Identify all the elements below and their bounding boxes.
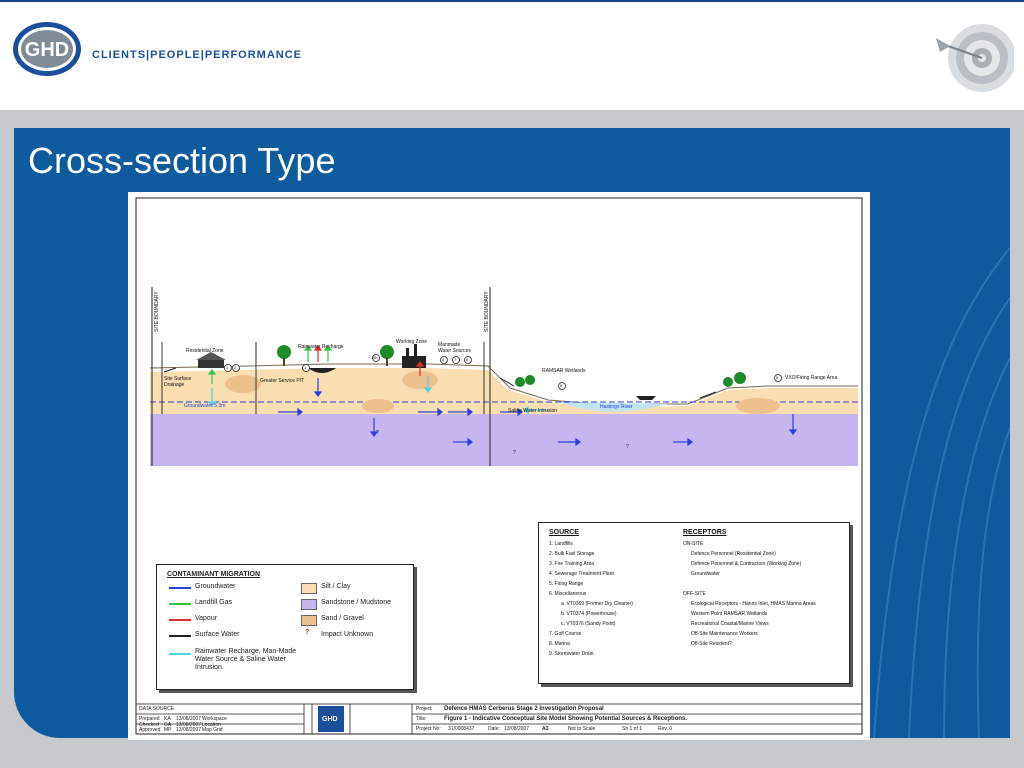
project-no-label: Project No:	[416, 726, 441, 732]
plume-2	[362, 399, 394, 413]
source-title: SOURCE	[549, 529, 579, 536]
drawing-sheet: SITE BOUNDARY SITE BOUNDARY Residential …	[128, 192, 870, 740]
receptor-item: Ecological Receptors - Hanns Inlet, HMAS…	[691, 601, 816, 607]
receptor-item: Defence Personnel & Contractors (Working…	[691, 561, 802, 567]
sheet-number: Sh 1 of 1	[622, 726, 643, 732]
date-label: Date:	[488, 726, 500, 732]
source-item: 5. Firing Range	[549, 581, 584, 587]
source-item: a. VT0369 (Former Dry Cleaner)	[561, 601, 633, 607]
source-item: 9. Stormwater Drain.	[549, 651, 595, 657]
site-surface-drainage-label: Site Surface Drainage	[164, 376, 192, 388]
slide-title: Cross-section Type	[28, 140, 336, 181]
source-item: 4. Sewerage Treatment Plant	[549, 571, 614, 577]
source-item: 7. Golf Course	[549, 631, 582, 637]
number-label: 8	[560, 383, 563, 388]
dartboard-icon	[936, 24, 1014, 92]
receptor-item: Defence Personnel (Residential Zone)	[691, 551, 776, 557]
revision: Rev. 0	[658, 726, 673, 732]
legend-silt-clay: Silt / Clay	[321, 583, 351, 590]
receptor-item: Recreational Coastal/Marine Views	[691, 621, 769, 627]
source-item: 1. Landfills	[549, 541, 573, 547]
working-zone-label: Working Zone	[396, 339, 428, 345]
swatch-silt-clay	[301, 583, 317, 594]
legend-sandstone: Sandstone / Mudstone	[321, 599, 392, 606]
header-bar: GHD CLIENTS|PEOPLE|PERFORMANCE	[0, 0, 1024, 112]
number-label: 2	[234, 365, 237, 370]
site-boundary-right-label: SITE BOUNDARY	[484, 291, 490, 332]
unknown-marker: ?	[513, 450, 516, 456]
receptor-item: Groundwater	[691, 571, 720, 577]
site-boundary-left-label: SITE BOUNDARY	[154, 291, 160, 332]
offsite-title: OFF-SITE	[683, 591, 706, 597]
legend-sand-gravel: Sand / Gravel	[321, 615, 364, 622]
source-item: 6. Miscellaneous	[549, 591, 587, 597]
number-label: 4	[442, 357, 445, 362]
number-label: 1	[226, 365, 229, 370]
source-receptors-box: SOURCE 1. Landfills 2. Bulk Fuel Storage…	[538, 522, 850, 684]
house-icon	[198, 360, 224, 368]
title-label: Title:	[416, 716, 427, 722]
manmade-water-sources-label: Manmade Water Sources	[438, 342, 471, 354]
receptor-item: Off-Site Resident?	[691, 641, 732, 647]
rainwater-recharge-label: Rainwater Recharge	[298, 344, 344, 350]
receptor-item: Western Point RAMSAR Wetlands	[691, 611, 768, 617]
figure-title: Figure 1 - Indicative Conceptual Site Mo…	[444, 716, 688, 722]
number-label: 1	[304, 365, 307, 370]
project-name: Defence HMAS Cerberus Stage 2 Investigat…	[444, 706, 604, 712]
ramsar-wetlands-label: RAMSAR Wetlands	[542, 368, 586, 374]
project-label: Project	[416, 706, 432, 712]
source-item: 8. Marina	[549, 641, 570, 647]
unknown-marker: ?	[376, 430, 379, 436]
service-pit-label: Greater Service PIT	[260, 378, 305, 384]
number-label: 6b	[373, 355, 378, 360]
river-label: Hastings River	[600, 404, 633, 410]
receptor-item: Off-Site Maintenance Workers	[691, 631, 758, 637]
sandstone-layer	[150, 414, 858, 466]
tagline: CLIENTS|PEOPLE|PERFORMANCE	[92, 49, 303, 61]
number-label: 5	[776, 375, 779, 380]
drawing-date: 13/08/2007	[504, 726, 530, 732]
residential-zone-label: Residential Zone	[186, 348, 224, 354]
source-item: 3. Fire Training Area	[549, 561, 595, 567]
source-item: c. VT0376 (Sandy Point)	[561, 621, 616, 627]
ghd-logo: GHD	[12, 20, 82, 78]
title-block-logo-text: GHD	[322, 716, 338, 723]
approved-date: 13/08/2007	[176, 727, 202, 733]
swatch-sandstone	[301, 599, 317, 610]
map-grid-label: Map Grid	[202, 727, 223, 733]
legend-impact-unknown: Impact Unknown	[321, 631, 374, 638]
unknown-symbol: ?	[305, 629, 310, 636]
plume-4	[736, 398, 780, 414]
firing-range-label: VXO/Firing Range Area	[785, 375, 838, 381]
boat-icon	[636, 396, 656, 400]
approved-label: Approved	[139, 727, 161, 733]
contaminant-migration-legend: CONTAMINANT MIGRATION Groundwater Landfi…	[156, 564, 414, 690]
sheet-size: A3	[542, 726, 549, 732]
project-no: 31/0008437	[448, 726, 475, 732]
legend-title: CONTAMINANT MIGRATION	[167, 571, 261, 578]
number-label: 9	[466, 357, 469, 362]
unknown-marker: ?	[626, 444, 629, 450]
scale: Not to Scale	[568, 726, 596, 732]
onsite-title: ON-SITE	[683, 541, 704, 547]
receptors-title: RECEPTORS	[683, 529, 727, 536]
number-label: 7	[454, 357, 457, 362]
saline-intrusion-label: Saline Water Intrusion	[508, 408, 558, 414]
source-item: 2. Bulk Fuel Storage	[549, 551, 595, 557]
groundwater-level-label: Groundwater 5.3m	[184, 403, 226, 409]
approved-initials: MP	[164, 727, 172, 733]
source-item: b. VT0374 (Powerhouse)	[561, 611, 617, 617]
data-source-label: DATA SOURCE	[139, 706, 175, 712]
swatch-sand-gravel	[301, 615, 317, 626]
logo-text: GHD	[25, 39, 69, 61]
